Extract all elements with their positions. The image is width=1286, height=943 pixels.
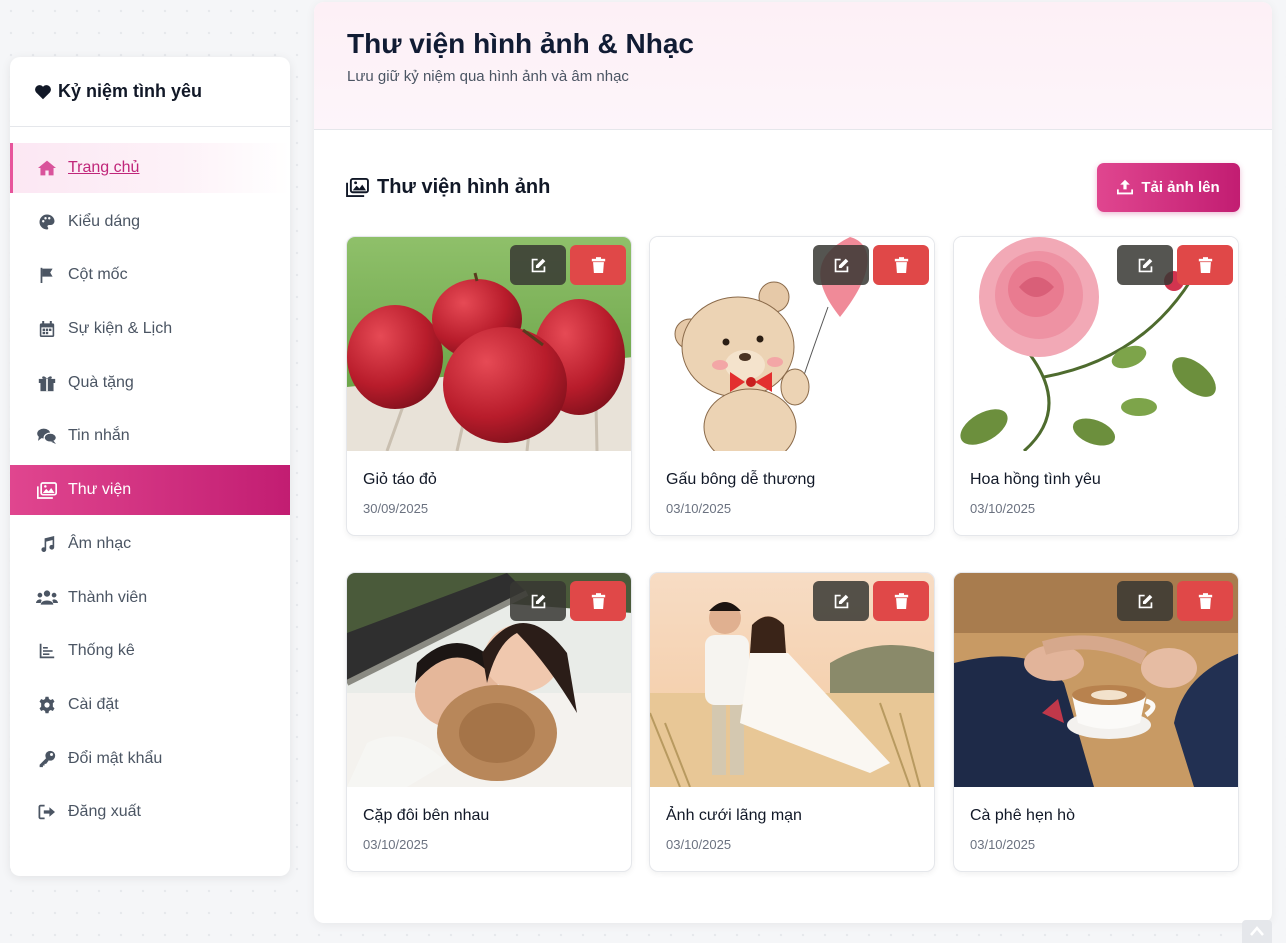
- sidebar-item-milestones[interactable]: Cột mốc: [10, 250, 290, 300]
- chevron-up-icon: [1250, 926, 1264, 936]
- music-icon: [36, 533, 58, 555]
- edit-icon: [1138, 594, 1152, 608]
- edit-photo-button[interactable]: [813, 581, 869, 621]
- sidebar-item-label: Đăng xuất: [68, 803, 141, 821]
- edit-photo-button[interactable]: [813, 245, 869, 285]
- images-icon: [346, 177, 369, 197]
- sidebar-item-label: Thành viên: [68, 588, 148, 606]
- delete-photo-button[interactable]: [570, 245, 626, 285]
- sidebar-item-styles[interactable]: Kiểu dáng: [10, 197, 290, 247]
- photo-date: 03/10/2025: [970, 501, 1036, 516]
- photo-date: 03/10/2025: [666, 501, 732, 516]
- images-icon: [36, 479, 58, 501]
- edit-icon: [1138, 258, 1152, 272]
- sidebar-item-label: Cài đặt: [68, 695, 119, 713]
- sidebar-item-label: Kiểu dáng: [68, 212, 141, 230]
- sidebar-item-events[interactable]: Sự kiện & Lịch: [10, 304, 290, 354]
- trash-icon: [591, 592, 605, 609]
- trash-icon: [894, 256, 908, 273]
- sidebar-item-home[interactable]: Trang chủ: [10, 143, 290, 193]
- sidebar-item-label: Quà tặng: [68, 373, 134, 391]
- photo-date: 03/10/2025: [363, 837, 429, 852]
- sidebar-item-gifts[interactable]: Quà tặng: [10, 358, 290, 408]
- sidebar-item-messages[interactable]: Tin nhắn: [10, 411, 290, 461]
- logout-icon: [36, 801, 58, 823]
- sidebar-item-label: Trang chủ: [68, 159, 140, 176]
- section-title: Thư viện hình ảnh: [346, 176, 550, 199]
- scroll-to-top-button[interactable]: [1242, 920, 1272, 943]
- sidebar: Kỷ niệm tình yêu Trang chủ Kiểu dáng Cột…: [10, 57, 290, 876]
- sidebar-item-label: Thư viện: [68, 481, 132, 499]
- edit-icon: [531, 258, 545, 272]
- photo-date: 30/09/2025: [363, 501, 429, 516]
- page-subtitle: Lưu giữ kỷ niệm qua hình ảnh và âm nhạc: [347, 68, 629, 85]
- photo-card[interactable]: Gấu bông dễ thương 03/10/2025: [649, 236, 935, 536]
- delete-photo-button[interactable]: [570, 581, 626, 621]
- trash-icon: [894, 592, 908, 609]
- photo-date: 03/10/2025: [970, 837, 1036, 852]
- sidebar-item-library[interactable]: Thư viện: [10, 465, 290, 516]
- page-header: Thư viện hình ảnh & Nhạc Lưu giữ kỷ niệm…: [314, 2, 1272, 130]
- photo-card[interactable]: Cà phê hẹn hò 03/10/2025: [953, 572, 1239, 872]
- edit-icon: [834, 258, 848, 272]
- trash-icon: [1198, 256, 1212, 273]
- edit-photo-button[interactable]: [510, 245, 566, 285]
- sidebar-item-logout[interactable]: Đăng xuất: [10, 787, 290, 837]
- delete-photo-button[interactable]: [1177, 581, 1233, 621]
- sidebar-item-stats[interactable]: Thống kê: [10, 626, 290, 676]
- sidebar-item-label: Âm nhạc: [68, 534, 132, 552]
- photo-card[interactable]: Hoa hồng tình yêu 03/10/2025: [953, 236, 1239, 536]
- gear-icon: [36, 694, 58, 716]
- photo-title: Gấu bông dễ thương: [666, 471, 816, 488]
- gift-icon: [36, 372, 58, 394]
- key-icon: [36, 748, 58, 770]
- edit-photo-button[interactable]: [1117, 245, 1173, 285]
- sidebar-item-label: Tin nhắn: [68, 427, 130, 445]
- brand: Kỷ niệm tình yêu: [10, 57, 290, 127]
- photo-card[interactable]: Cặp đôi bên nhau 03/10/2025: [346, 572, 632, 872]
- heart-icon: [35, 84, 51, 99]
- edit-photo-button[interactable]: [1117, 581, 1173, 621]
- calendar-icon: [36, 318, 58, 340]
- page-title: Thư viện hình ảnh & Nhạc: [347, 28, 694, 59]
- upload-icon: [1117, 179, 1134, 195]
- main-panel: Thư viện hình ảnh & Nhạc Lưu giữ kỷ niệm…: [314, 2, 1272, 923]
- photo-card[interactable]: Ảnh cưới lãng mạn 03/10/2025: [649, 572, 935, 872]
- sidebar-item-label: Đổi mật khẩu: [68, 749, 163, 767]
- photo-title: Cặp đôi bên nhau: [363, 807, 490, 824]
- sidebar-item-label: Thống kê: [68, 642, 135, 660]
- photo-card[interactable]: Giỏ táo đỏ 30/09/2025: [346, 236, 632, 536]
- upload-photo-button[interactable]: Tải ảnh lên: [1097, 162, 1240, 212]
- gallery-header: Thư viện hình ảnh Tải ảnh lên: [346, 162, 1240, 212]
- home-icon: [36, 157, 58, 179]
- sidebar-nav: Trang chủ Kiểu dáng Cột mốc Sự kiện & Lị…: [10, 127, 290, 837]
- sidebar-item-music[interactable]: Âm nhạc: [10, 519, 290, 569]
- sidebar-item-label: Sự kiện & Lịch: [68, 320, 173, 338]
- delete-photo-button[interactable]: [1177, 245, 1233, 285]
- brand-title: Kỷ niệm tình yêu: [58, 81, 203, 101]
- edit-icon: [531, 594, 545, 608]
- photo-title: Giỏ táo đỏ: [363, 471, 437, 488]
- sidebar-item-change-password[interactable]: Đổi mật khẩu: [10, 734, 290, 784]
- delete-photo-button[interactable]: [873, 245, 929, 285]
- delete-photo-button[interactable]: [873, 581, 929, 621]
- sidebar-item-settings[interactable]: Cài đặt: [10, 680, 290, 730]
- section-title-text: Thư viện hình ảnh: [377, 175, 551, 198]
- palette-icon: [36, 211, 58, 233]
- photo-title: Cà phê hẹn hò: [970, 807, 1075, 824]
- photo-title: Hoa hồng tình yêu: [970, 471, 1101, 488]
- flag-icon: [36, 264, 58, 286]
- comments-icon: [36, 425, 58, 447]
- upload-photo-label: Tải ảnh lên: [1141, 178, 1220, 196]
- photo-title: Ảnh cưới lãng mạn: [666, 807, 802, 824]
- edit-icon: [834, 594, 848, 608]
- chart-icon: [36, 640, 58, 662]
- users-icon: [36, 587, 58, 609]
- sidebar-item-members[interactable]: Thành viên: [10, 573, 290, 623]
- photo-date: 03/10/2025: [666, 837, 732, 852]
- edit-photo-button[interactable]: [510, 581, 566, 621]
- trash-icon: [591, 256, 605, 273]
- trash-icon: [1198, 592, 1212, 609]
- sidebar-item-label: Cột mốc: [68, 266, 128, 284]
